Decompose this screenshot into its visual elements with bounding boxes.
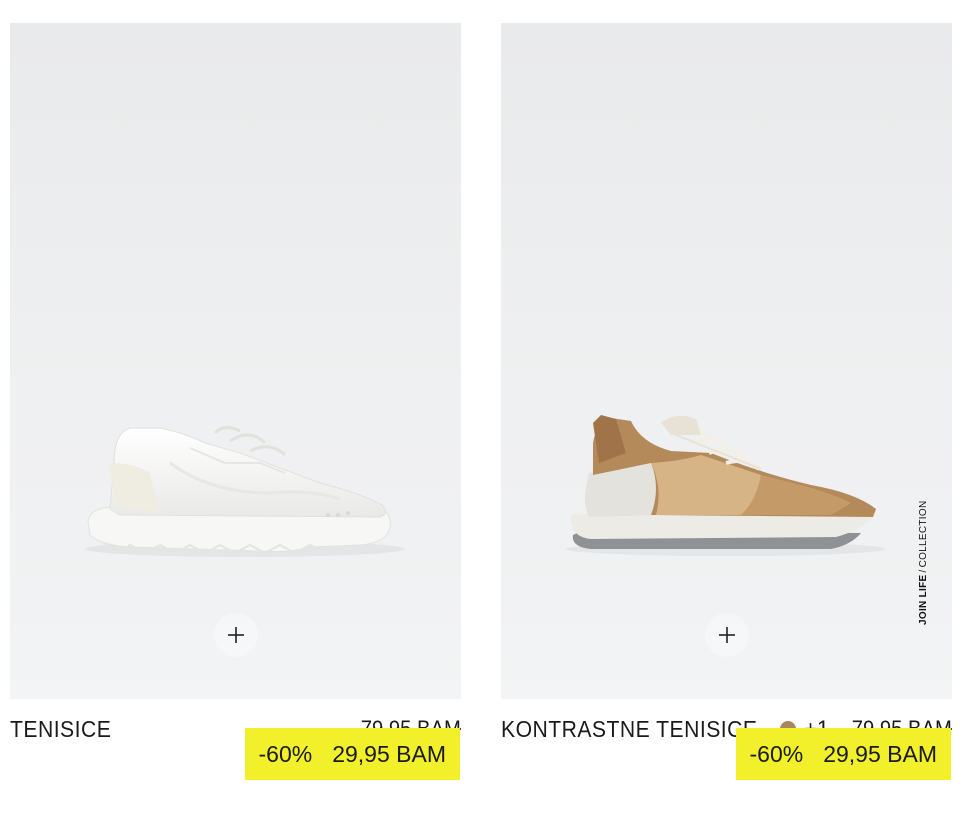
tag-separator: / [918, 569, 929, 573]
product-card-kontrastne-tenisice: JOIN LIFE/COLLECTION KONTRASTNE TENISICE… [501, 23, 952, 749]
sale-price-box: -60% 29,95 BAM [244, 728, 460, 780]
product-image-link[interactable] [10, 23, 461, 699]
add-to-bag-button[interactable] [214, 613, 258, 657]
discount-percent: -60% [749, 740, 804, 767]
join-life-label: JOIN LIFE [918, 574, 929, 625]
product-card-tenisice: TENISICE 79,95 BAM [10, 23, 461, 749]
sale-price-box: -60% 29,95 BAM [735, 728, 951, 780]
join-life-collection-tag: JOIN LIFE/COLLECTION [918, 501, 932, 625]
product-grid: TENISICE 79,95 BAM [0, 0, 976, 816]
product-name[interactable]: KONTRASTNE TENISICE [501, 716, 757, 743]
product-image-link[interactable]: JOIN LIFE/COLLECTION [501, 23, 952, 699]
sale-price: 29,95 BAM [332, 740, 446, 767]
plus-icon [719, 627, 735, 643]
discount-percent: -60% [258, 740, 313, 767]
plus-icon [228, 627, 244, 643]
add-to-bag-button[interactable] [705, 613, 749, 657]
brown-sneaker-image [566, 415, 886, 556]
white-sneaker-image [85, 426, 405, 557]
sale-price: 29,95 BAM [823, 740, 937, 767]
product-name[interactable]: TENISICE [10, 716, 111, 743]
collection-label: COLLECTION [918, 500, 929, 568]
